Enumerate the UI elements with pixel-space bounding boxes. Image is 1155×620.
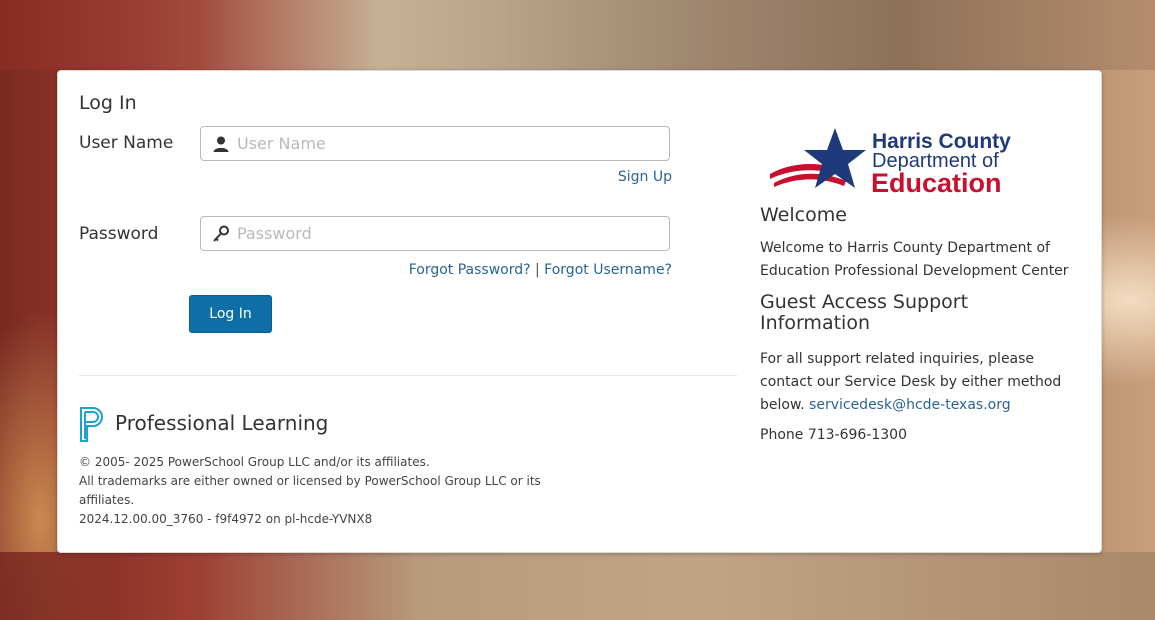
product-name: Professional Learning [115,411,329,435]
user-icon [213,136,229,152]
phone-text: Phone 713-696-1300 [760,427,907,443]
forgot-links-row: Forgot Password? | Forgot Username? [409,262,672,278]
support-email-link[interactable]: servicedesk@hcde-texas.org [809,397,1011,413]
welcome-heading: Welcome [760,204,847,226]
footer: © 2005- 2025 PowerSchool Group LLC and/o… [79,453,569,529]
logo-line3: Education [871,168,1002,196]
forgot-password-link[interactable]: Forgot Password? [409,262,531,278]
guest-access-heading: Guest Access Support Information [760,291,969,334]
copyright-text: © 2005- 2025 PowerSchool Group LLC and/o… [79,455,430,469]
login-title: Log In [79,92,137,114]
hcde-logo: Harris County Department of Education [770,128,1011,196]
key-icon [213,225,229,242]
trademark-text: All trademarks are either owned or licen… [79,474,541,507]
login-card: Log In User Name Sign Up Password Forgot… [57,70,1102,553]
password-field-wrapper[interactable] [200,216,670,251]
username-field-wrapper[interactable] [200,126,670,161]
support-text-block: For all support related inquiries, pleas… [760,348,1090,417]
welcome-text: Welcome to Harris County Department of E… [760,240,1069,279]
login-button[interactable]: Log In [189,295,272,333]
link-separator: | [535,262,540,278]
sign-up-link[interactable]: Sign Up [618,169,672,185]
password-label: Password [79,224,159,244]
powerschool-p-icon [80,407,103,442]
username-label: User Name [79,133,174,153]
version-text: 2024.12.00.00_3760 - f9f4972 on pl-hcde-… [79,512,373,526]
divider [79,375,737,376]
background-top [0,0,1155,70]
background-bottom [0,552,1155,620]
forgot-username-link[interactable]: Forgot Username? [544,262,672,278]
password-input[interactable] [237,221,657,246]
username-input[interactable] [237,131,657,156]
